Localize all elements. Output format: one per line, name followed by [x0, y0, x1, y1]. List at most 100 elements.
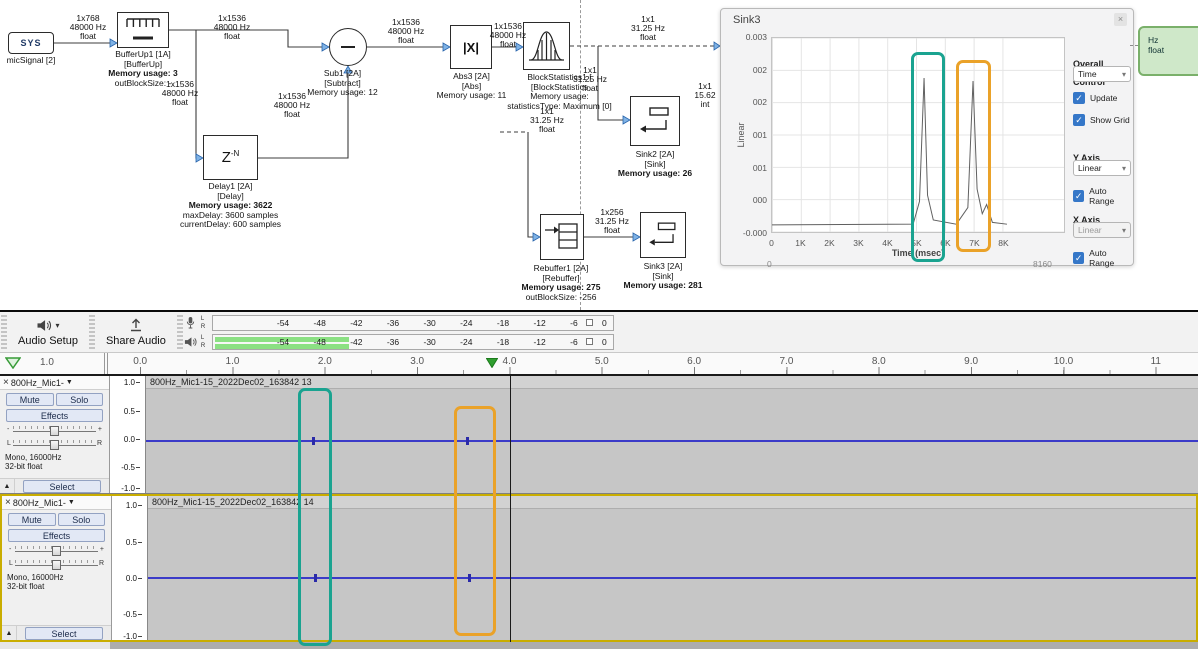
- track-menu-caret-icon[interactable]: ▼: [68, 499, 75, 506]
- x-scale-dropdown[interactable]: Linear▾: [1073, 222, 1131, 238]
- timeline-ruler[interactable]: 1.0 0.01.02.03.04.05.06.07.08.09.010.011: [0, 353, 1198, 376]
- solo-button[interactable]: Solo: [58, 513, 106, 526]
- y-tick-label: 0.003: [746, 32, 767, 42]
- mute-button[interactable]: Mute: [6, 393, 54, 406]
- meter-scale-number: -18: [497, 318, 509, 328]
- track-format-info: Mono, 16000Hz 32-bit float: [5, 453, 109, 471]
- x-range-max: 8160: [1033, 259, 1052, 269]
- meter-scale-number: -30: [424, 337, 436, 347]
- collapse-button[interactable]: ▲: [2, 626, 17, 640]
- signal-label: 1x1536 48000 Hz float: [388, 18, 424, 45]
- select-button[interactable]: Select: [25, 627, 103, 640]
- edit-cursor-line: [510, 376, 511, 642]
- amplitude-scale-label: -1.0: [121, 484, 140, 493]
- audacity-window: ▾ Audio Setup Share Audio LR -54-48-42-3…: [0, 310, 1198, 649]
- domain-dropdown[interactable]: Time▾: [1073, 66, 1131, 82]
- minus-icon: [341, 46, 355, 48]
- sink3-block[interactable]: [640, 212, 686, 258]
- ruler-labels: 0.01.02.03.04.05.06.07.08.09.010.011: [94, 356, 1198, 367]
- effects-button[interactable]: Effects: [8, 529, 105, 542]
- y-tick-label: 000: [753, 195, 767, 205]
- track-title-bar[interactable]: × 800Hz_Mic1- ▼: [2, 496, 111, 510]
- meter-scale-number: -24: [460, 318, 472, 328]
- track-name[interactable]: 800Hz_Mic1-: [11, 378, 64, 388]
- x-tick-label: 1K: [786, 238, 815, 248]
- x-tick-label: 2K: [815, 238, 844, 248]
- meter-scale-number: -36: [387, 318, 399, 328]
- meter-scale-number: -54: [277, 337, 289, 347]
- amplitude-scale-label: -0.5: [121, 463, 140, 472]
- select-button[interactable]: Select: [23, 480, 101, 493]
- track-title-bar[interactable]: × 800Hz_Mic1- ▼: [0, 376, 109, 390]
- blockstatistics-block[interactable]: [523, 22, 570, 70]
- sys-source-block[interactable]: SYS: [8, 32, 54, 54]
- x-tick-label: 0: [757, 238, 786, 248]
- signal-label: 1x1 15.62 int: [694, 82, 715, 109]
- meter-scale: -54-48-42-36-30-24-18-12-60: [277, 335, 607, 349]
- delay-block[interactable]: Z-N: [203, 135, 258, 180]
- meter-scale-number: -24: [460, 337, 472, 347]
- mute-button[interactable]: Mute: [8, 513, 56, 526]
- meter-toolbar: LR -54-48-42-36-30-24-18-12-60 LR -54-48…: [184, 312, 614, 352]
- playback-meter[interactable]: -54-48-42-36-30-24-18-12-60: [212, 334, 614, 350]
- meter-scale-number: 0: [602, 318, 607, 328]
- window-title[interactable]: Sink3: [733, 14, 761, 26]
- gain-slider[interactable]: - +: [7, 424, 102, 436]
- abs-block[interactable]: |X|: [450, 25, 492, 69]
- share-upload-icon: [129, 318, 143, 332]
- playhead-triangle-icon[interactable]: [486, 358, 498, 368]
- rebuffer-block[interactable]: [540, 214, 584, 260]
- track-close-icon[interactable]: ×: [5, 497, 11, 508]
- speaker-icon: [36, 319, 52, 332]
- subtract-block[interactable]: [329, 28, 367, 66]
- toolbar-grip[interactable]: [89, 315, 95, 349]
- x-autorange-label: Auto Range: [1089, 248, 1131, 268]
- vertical-scale-ruler[interactable]: 1.00.50.0-0.5-1.0: [112, 496, 148, 640]
- gain-slider-thumb[interactable]: [52, 546, 61, 556]
- ruler-time-label: 0.0: [94, 356, 186, 367]
- meter-scale-number: -42: [350, 318, 362, 328]
- share-audio-button[interactable]: Share Audio: [96, 312, 176, 352]
- pan-slider[interactable]: L R: [9, 558, 104, 570]
- show-grid-checkbox[interactable]: ✓: [1073, 114, 1085, 126]
- y-autorange-checkbox[interactable]: ✓: [1073, 190, 1084, 202]
- collapse-button[interactable]: ▲: [0, 479, 15, 493]
- pan-slider-thumb[interactable]: [52, 560, 61, 570]
- sink2-block[interactable]: [630, 96, 680, 146]
- sink-icon: [632, 98, 678, 144]
- ruler-time-label: 7.0: [740, 356, 832, 367]
- solo-button[interactable]: Solo: [56, 393, 104, 406]
- audio-setup-button[interactable]: ▾ Audio Setup: [8, 312, 88, 352]
- pan-slider[interactable]: L R: [7, 438, 102, 450]
- pan-left-label: L: [9, 560, 13, 567]
- histogram-icon: [525, 24, 568, 68]
- recording-meter[interactable]: -54-48-42-36-30-24-18-12-60: [212, 315, 614, 331]
- delay-caption: Delay1 [2A][Delay] Memory usage: 3622max…: [148, 182, 313, 230]
- toolbar-grip[interactable]: [1, 315, 7, 349]
- microphone-icon: [185, 316, 196, 329]
- check-icon: ✓: [1075, 254, 1083, 263]
- toolbar-grip[interactable]: [177, 315, 183, 349]
- x-autorange-checkbox[interactable]: ✓: [1073, 252, 1084, 264]
- vertical-scale-ruler[interactable]: 1.00.50.0-0.5-1.0: [110, 376, 146, 493]
- update-checkbox[interactable]: ✓: [1073, 92, 1085, 104]
- window-close-icon[interactable]: ×: [1114, 13, 1127, 26]
- loop-region-triangle-icon[interactable]: [5, 357, 21, 369]
- y-tick-label: 001: [753, 163, 767, 173]
- effects-button[interactable]: Effects: [6, 409, 103, 422]
- gain-slider-thumb[interactable]: [50, 426, 59, 436]
- teal-highlight-plot: [911, 52, 945, 262]
- signal-label: 1x1536 48000 Hz float: [274, 92, 310, 119]
- update-label: Update: [1090, 93, 1117, 103]
- track-name[interactable]: 800Hz_Mic1-: [13, 498, 66, 508]
- gain-slider[interactable]: - +: [9, 544, 104, 556]
- y-scale-dropdown[interactable]: Linear▾: [1073, 160, 1131, 176]
- bufferup-block[interactable]: [117, 12, 169, 48]
- check-icon: ✓: [1075, 94, 1083, 103]
- amplitude-scale-label: 0.0: [126, 574, 142, 583]
- signal-label: 1x1 31.25 Hz float: [530, 107, 564, 134]
- track-menu-caret-icon[interactable]: ▼: [66, 379, 73, 386]
- pan-slider-thumb[interactable]: [50, 440, 59, 450]
- track-close-icon[interactable]: ×: [3, 377, 9, 388]
- x-range-min: 0: [767, 259, 772, 269]
